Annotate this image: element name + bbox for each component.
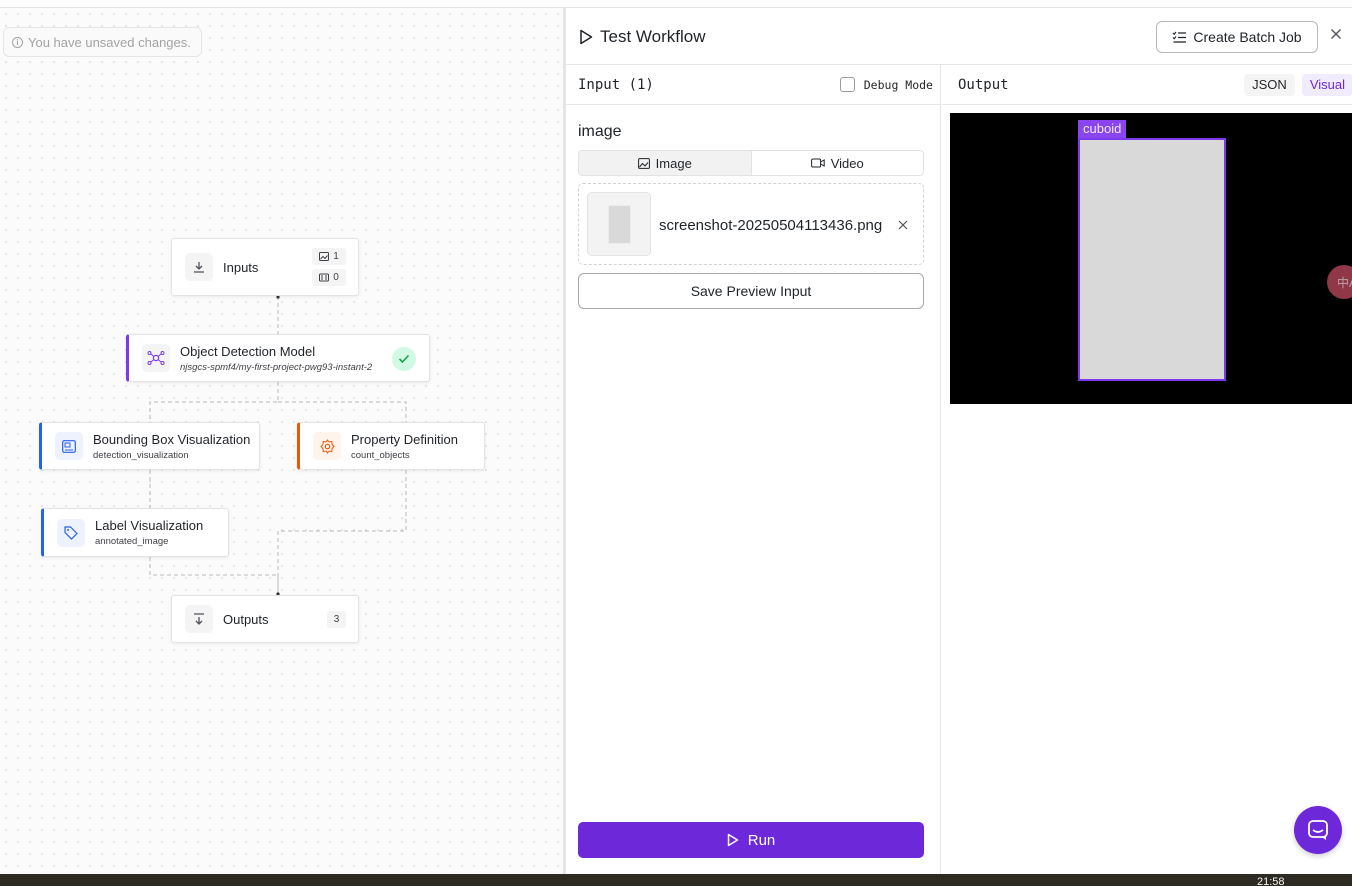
edge-detection-property — [278, 401, 407, 422]
detection-class-label: cuboid — [1078, 120, 1127, 138]
chat-icon — [1308, 820, 1328, 840]
check-icon — [392, 347, 416, 371]
top-edge — [0, 0, 1352, 8]
video-icon — [319, 273, 330, 282]
output-header-text: Output — [958, 76, 1009, 93]
play-icon — [580, 29, 593, 45]
run-button[interactable]: Run — [578, 822, 924, 858]
create-batch-job-label: Create Batch Job — [1193, 29, 1302, 45]
list-check-icon — [1172, 31, 1187, 43]
video-icon — [810, 158, 825, 168]
workflow-canvas[interactable]: i You have unsaved changes. Inputs 1 0 O… — [0, 8, 563, 874]
object-detection-title: Object Detection Model — [180, 343, 316, 359]
panel-header: Test Workflow Create Batch Job — [566, 8, 1352, 65]
object-detection-node[interactable]: Object Detection Model njsgcs-spmf4/my-f… — [126, 334, 430, 382]
bounding-box-title: Bounding Box Visualization — [93, 431, 251, 447]
image-icon — [319, 252, 330, 261]
outputs-title: Outputs — [223, 611, 269, 627]
bounding-box-node[interactable]: Bounding Box Visualization detection_vis… — [39, 422, 260, 470]
label-visualization-title: Label Visualization — [95, 518, 204, 533]
output-arrow-icon — [185, 605, 213, 633]
debug-mode-checkbox[interactable] — [839, 77, 855, 92]
label-visualization-node[interactable]: Label Visualization annotated_image — [41, 508, 229, 557]
outputs-count: 3 — [333, 614, 340, 625]
inputs-node[interactable]: Inputs 1 0 — [171, 238, 359, 296]
file-name: screenshot-20250504113436.png — [659, 217, 883, 234]
video-count-badge: 0 — [312, 269, 346, 286]
save-preview-input-button[interactable]: Save Preview Input — [578, 273, 924, 309]
input-column: Input (1) Debug Mode image Image Video s… — [566, 65, 941, 874]
edge-detection-bbox — [149, 382, 279, 422]
debug-mode-toggle[interactable]: Debug Mode — [839, 77, 933, 92]
outputs-node[interactable]: Outputs 3 — [171, 595, 359, 643]
edge-property-outputs — [277, 470, 407, 595]
run-label: Run — [747, 831, 776, 849]
system-taskbar: 21:58 — [0, 874, 1352, 886]
object-detection-model-id: njsgcs-spmf4/my-first-project-pwg93-inst… — [180, 361, 373, 373]
download-icon — [185, 253, 213, 281]
output-column: Output JSON Visual cuboid 中A — [942, 65, 1352, 874]
bounding-box-subtitle: detection_visualization — [93, 449, 189, 461]
media-type-toggle: Image Video — [578, 150, 924, 176]
input-header-text: Input (1) — [578, 76, 654, 93]
image-box-icon — [55, 432, 83, 460]
panel-title: Test Workflow — [579, 27, 706, 47]
label-visualization-subtitle: annotated_image — [95, 536, 169, 547]
output-view-toggle: JSON Visual — [1244, 73, 1352, 96]
image-icon — [637, 157, 650, 169]
output-header: Output JSON Visual — [942, 65, 1352, 105]
input-header: Input (1) Debug Mode — [566, 65, 941, 105]
property-definition-title: Property Definition — [351, 431, 458, 447]
edge-label-outputs — [149, 557, 279, 595]
remove-file-icon[interactable] — [897, 219, 909, 231]
uploaded-file-card[interactable]: screenshot-20250504113436.png — [578, 183, 924, 265]
play-icon — [727, 833, 738, 847]
network-icon — [142, 344, 170, 372]
close-icon[interactable] — [1328, 26, 1344, 42]
image-field-label: image — [578, 123, 622, 140]
output-visual-preview: cuboid 中A — [950, 113, 1352, 404]
property-definition-node[interactable]: Property Definition count_objects — [297, 422, 485, 470]
image-count: 1 — [333, 251, 339, 262]
chat-support-button[interactable] — [1294, 806, 1342, 854]
tab-image[interactable]: Image — [579, 151, 752, 175]
file-thumbnail — [587, 192, 651, 256]
view-visual-button[interactable]: Visual — [1301, 73, 1352, 96]
detection-bounding-box — [1078, 138, 1226, 381]
tag-icon — [57, 518, 85, 547]
inputs-title: Inputs — [223, 259, 259, 275]
system-clock: 21:58 — [1257, 876, 1285, 886]
settings-icon — [313, 432, 341, 460]
image-count-badge: 1 — [312, 248, 346, 265]
test-workflow-panel: Test Workflow Create Batch Job Input (1)… — [563, 8, 1352, 874]
debug-mode-label: Debug Mode — [863, 77, 933, 92]
create-batch-job-button[interactable]: Create Batch Job — [1156, 21, 1318, 53]
translate-icon[interactable]: 中A — [1327, 265, 1352, 299]
outputs-count-badge: 3 — [327, 611, 346, 628]
tab-image-label: Image — [655, 155, 692, 171]
panel-title-text: Test Workflow — [600, 27, 706, 46]
view-json-button[interactable]: JSON — [1244, 73, 1295, 96]
tab-video[interactable]: Video — [752, 151, 924, 175]
tab-video-label: Video — [830, 155, 864, 171]
property-definition-subtitle: count_objects — [351, 449, 410, 461]
video-count: 0 — [333, 272, 339, 283]
